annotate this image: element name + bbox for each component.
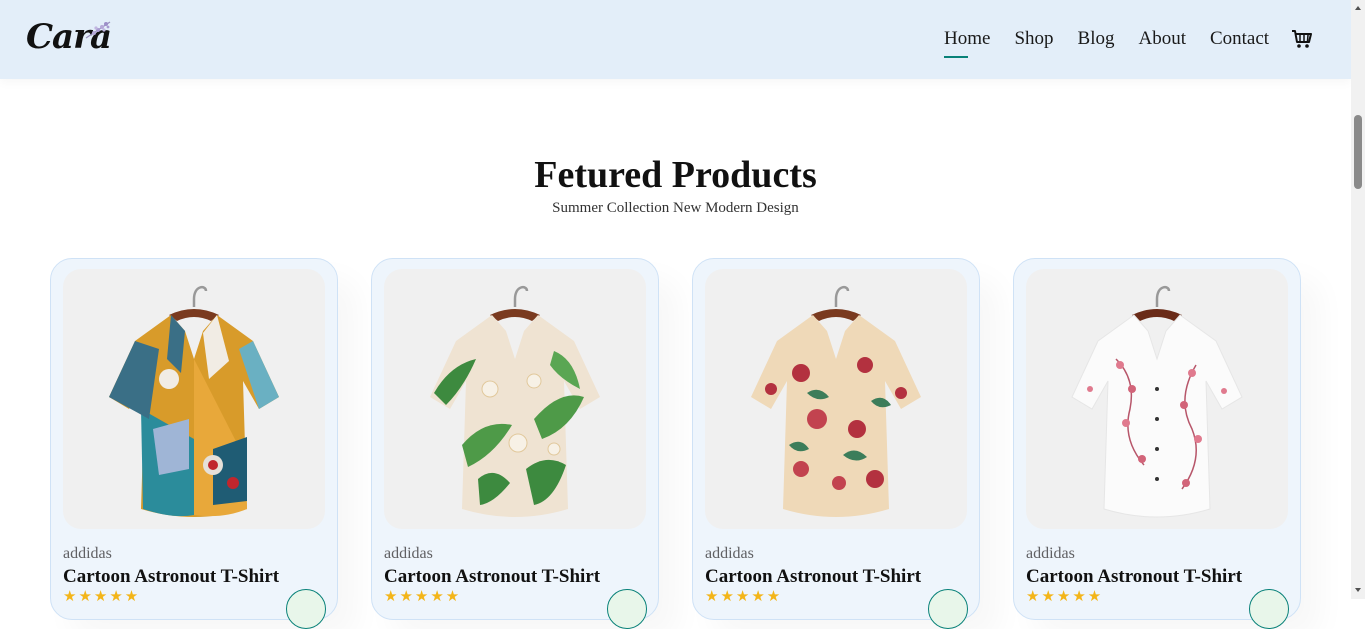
white-blossom-shirt-icon <box>1071 285 1243 518</box>
star-rating: ★★★★★ <box>384 589 462 605</box>
logo[interactable]: Cara <box>26 14 118 62</box>
product-name[interactable]: Cartoon Astronout T-Shirt <box>384 566 600 588</box>
site-header: Cara Home Shop Blog About Contact <box>0 0 1351 79</box>
lavender-sprig-icon <box>85 21 111 39</box>
scroll-down-arrow-icon[interactable] <box>1355 588 1361 592</box>
nav-about[interactable]: About <box>1138 28 1186 50</box>
scroll-thumb[interactable] <box>1354 115 1362 189</box>
product-card[interactable]: addidas Cartoon Astronout T-Shirt ★★★★★ <box>1013 258 1301 629</box>
product-name[interactable]: Cartoon Astronout T-Shirt <box>1026 566 1242 588</box>
add-to-cart-button[interactable] <box>607 589 647 629</box>
star-rating: ★★★★★ <box>1026 589 1104 605</box>
multicolor-patterned-shirt-icon <box>109 285 279 517</box>
nav-home[interactable]: Home <box>944 28 990 58</box>
product-brand: addidas <box>63 545 112 562</box>
section-subtitle: Summer Collection New Modern Design <box>552 200 799 216</box>
product-brand: addidas <box>384 545 433 562</box>
add-to-cart-button[interactable] <box>286 589 326 629</box>
nav-shop[interactable]: Shop <box>1014 28 1053 50</box>
product-brand: addidas <box>705 545 754 562</box>
star-rating: ★★★★★ <box>705 589 783 605</box>
product-image[interactable] <box>1026 269 1288 529</box>
product-card[interactable]: addidas Cartoon Astronout T-Shirt ★★★★★ <box>692 258 980 629</box>
product-image[interactable] <box>63 269 325 529</box>
tropical-leaf-shirt-icon <box>430 285 600 517</box>
nav-contact[interactable]: Contact <box>1210 28 1269 50</box>
product-image[interactable] <box>705 269 967 529</box>
product-brand: addidas <box>1026 545 1075 562</box>
product-image[interactable] <box>384 269 646 529</box>
product-name[interactable]: Cartoon Astronout T-Shirt <box>63 566 279 588</box>
scroll-up-arrow-icon[interactable] <box>1355 6 1361 10</box>
section-title: Fetured Products <box>534 154 817 196</box>
product-card[interactable]: addidas Cartoon Astronout T-Shirt ★★★★★ <box>50 258 338 629</box>
star-rating: ★★★★★ <box>63 589 141 605</box>
nav-blog[interactable]: Blog <box>1078 28 1115 50</box>
floral-rose-shirt-icon <box>751 285 921 517</box>
page-scrollbar[interactable] <box>1351 0 1365 599</box>
shopping-cart-icon[interactable] <box>1291 29 1313 49</box>
add-to-cart-button[interactable] <box>1249 589 1289 629</box>
product-name[interactable]: Cartoon Astronout T-Shirt <box>705 566 921 588</box>
product-card[interactable]: addidas Cartoon Astronout T-Shirt ★★★★★ <box>371 258 659 629</box>
main-nav: Home Shop Blog About Contact <box>944 28 1313 58</box>
add-to-cart-button[interactable] <box>928 589 968 629</box>
